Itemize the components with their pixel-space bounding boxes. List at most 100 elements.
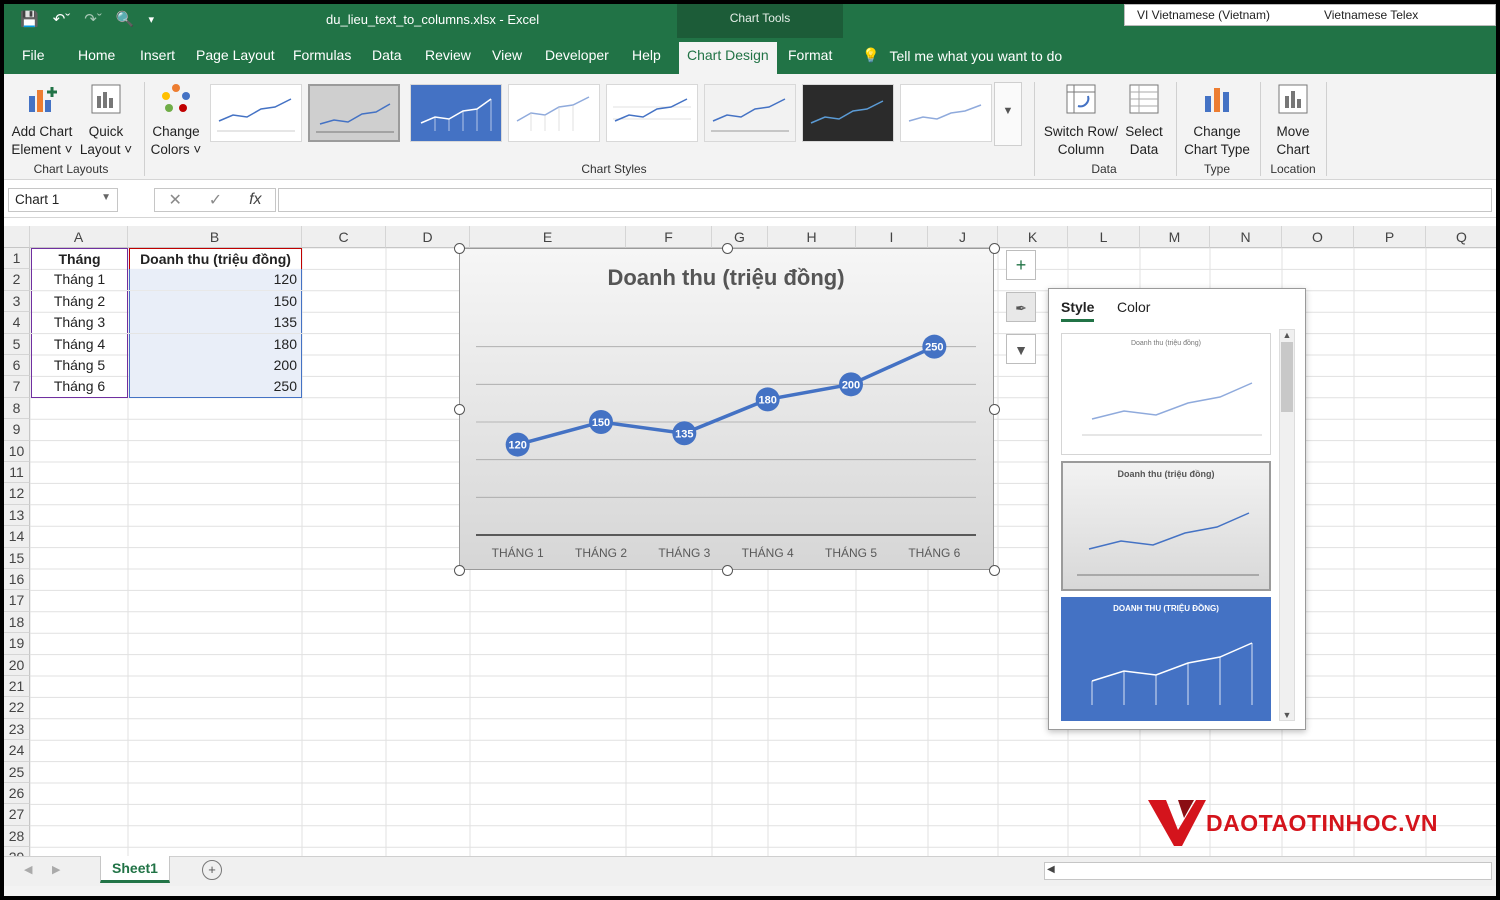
- chart-filters-button[interactable]: ▼: [1006, 334, 1036, 364]
- row-header-20[interactable]: 20: [4, 654, 30, 676]
- horizontal-scrollbar[interactable]: ◀: [1044, 862, 1492, 880]
- row-header-23[interactable]: 23: [4, 718, 30, 741]
- chart-title[interactable]: Doanh thu (triệu đồng): [607, 265, 844, 290]
- scroll-up-icon[interactable]: ▲: [1280, 330, 1294, 340]
- row-header-5[interactable]: 5: [4, 333, 30, 355]
- row-header-27[interactable]: 27: [4, 804, 30, 826]
- chart-style-3[interactable]: [410, 84, 502, 142]
- column-header-A[interactable]: A: [30, 226, 128, 248]
- cell-month[interactable]: Tháng 2: [31, 290, 128, 312]
- scroll-right-icon[interactable]: ▶: [52, 863, 60, 876]
- column-header-G[interactable]: G: [712, 226, 768, 248]
- row-header-6[interactable]: 6: [4, 355, 30, 377]
- name-box[interactable]: Chart 1 ▼: [8, 188, 118, 212]
- add-chart-element-button[interactable]: Add Chart Element ˅: [8, 82, 76, 159]
- column-header-Q[interactable]: Q: [1426, 226, 1496, 248]
- scroll-thumb[interactable]: [1281, 342, 1293, 412]
- column-header-H[interactable]: H: [768, 226, 856, 248]
- move-chart-button[interactable]: Move Chart: [1266, 82, 1320, 159]
- column-header-P[interactable]: P: [1354, 226, 1426, 248]
- row-header-24[interactable]: 24: [4, 740, 30, 762]
- row-header-8[interactable]: 8: [4, 397, 30, 420]
- row-header-10[interactable]: 10: [4, 440, 30, 462]
- column-header-K[interactable]: K: [998, 226, 1068, 248]
- add-sheet-icon[interactable]: +: [202, 860, 222, 880]
- row-header-14[interactable]: 14: [4, 526, 30, 548]
- row-header-21[interactable]: 21: [4, 676, 30, 698]
- tab-file[interactable]: File: [22, 47, 45, 63]
- style-pane-scrollbar[interactable]: ▲ ▼: [1279, 329, 1295, 721]
- cell-revenue[interactable]: 135: [129, 312, 302, 334]
- cancel-icon[interactable]: ✕: [168, 190, 181, 210]
- cell-revenue[interactable]: 250: [129, 376, 302, 399]
- column-header-C[interactable]: C: [302, 226, 386, 248]
- resize-handle[interactable]: [721, 243, 733, 254]
- insert-function-button[interactable]: fx: [249, 191, 261, 209]
- column-header-M[interactable]: M: [1140, 226, 1210, 248]
- chart-elements-button[interactable]: +: [1006, 250, 1036, 280]
- row-header-19[interactable]: 19: [4, 633, 30, 655]
- scroll-down-icon[interactable]: ▼: [1280, 710, 1294, 720]
- cell-month[interactable]: Tháng 6: [31, 376, 128, 399]
- chart-style-1[interactable]: [210, 84, 302, 142]
- tab-color[interactable]: Color: [1117, 299, 1150, 315]
- style-option-2[interactable]: Doanh thu (triệu đồng): [1061, 461, 1271, 591]
- cell-month[interactable]: Tháng 5: [31, 355, 128, 376]
- chart-style-6[interactable]: [704, 84, 796, 142]
- row-header-15[interactable]: 15: [4, 547, 30, 569]
- switch-row-column-button[interactable]: Switch Row/ Column: [1042, 82, 1120, 159]
- series-line[interactable]: [517, 345, 936, 447]
- tab-developer[interactable]: Developer: [545, 47, 609, 63]
- scroll-left-icon[interactable]: ◀: [1047, 864, 1055, 875]
- cell-month[interactable]: Tháng 1: [31, 269, 128, 291]
- resize-handle[interactable]: [989, 565, 1000, 576]
- column-header-O[interactable]: O: [1282, 226, 1354, 248]
- change-colors-button[interactable]: Change Colors ˅: [150, 82, 202, 159]
- chart-style-7[interactable]: [802, 84, 894, 142]
- column-header-I[interactable]: I: [856, 226, 928, 248]
- style-option-1[interactable]: Doanh thu (triệu đồng): [1061, 333, 1271, 455]
- row-header-4[interactable]: 4: [4, 312, 30, 334]
- check-icon[interactable]: ✓: [209, 190, 222, 210]
- redo-icon[interactable]: ↷ˇ: [84, 10, 102, 28]
- cell-month[interactable]: Tháng 4: [31, 333, 128, 355]
- row-header-22[interactable]: 22: [4, 697, 30, 719]
- save-icon[interactable]: 💾: [20, 10, 39, 28]
- undo-icon[interactable]: ↶ˇ: [53, 10, 71, 28]
- change-chart-type-button[interactable]: Change Chart Type: [1182, 82, 1252, 159]
- keyboard-indicator[interactable]: Vietnamese Telex: [1312, 5, 1430, 25]
- scroll-left-icon[interactable]: ◀: [24, 863, 32, 876]
- tab-home[interactable]: Home: [78, 47, 115, 63]
- chevron-down-icon[interactable]: ▼: [101, 192, 111, 203]
- language-bar[interactable]: VI Vietnamese (Vietnam) Vietnamese Telex: [1124, 4, 1496, 26]
- row-header-17[interactable]: 17: [4, 590, 30, 612]
- row-header-7[interactable]: 7: [4, 376, 30, 398]
- quick-layout-button[interactable]: Quick Layout ˅: [78, 82, 134, 159]
- customize-qat-icon[interactable]: ▾: [149, 13, 155, 26]
- tab-page-layout[interactable]: Page Layout: [196, 47, 275, 63]
- column-header-F[interactable]: F: [626, 226, 712, 248]
- tab-chart-design[interactable]: Chart Design: [679, 42, 777, 74]
- cell-revenue[interactable]: 150: [129, 290, 302, 312]
- chart-styles-button[interactable]: ✒: [1006, 292, 1036, 322]
- row-header-1[interactable]: 1: [4, 248, 30, 270]
- cell-A1[interactable]: Tháng: [31, 248, 128, 270]
- gallery-more-button[interactable]: ▼: [994, 82, 1022, 146]
- row-header-11[interactable]: 11: [4, 462, 30, 484]
- chart-style-2[interactable]: [308, 84, 400, 142]
- formula-input[interactable]: [278, 188, 1492, 212]
- cell-revenue[interactable]: 180: [129, 333, 302, 355]
- row-header-3[interactable]: 3: [4, 290, 30, 313]
- sheet-tab-sheet1[interactable]: Sheet1: [100, 856, 170, 883]
- row-header-12[interactable]: 12: [4, 483, 30, 505]
- tab-style[interactable]: Style: [1061, 299, 1095, 322]
- chart-style-8[interactable]: [900, 84, 992, 142]
- column-header-N[interactable]: N: [1210, 226, 1282, 248]
- select-all-corner[interactable]: [4, 226, 30, 248]
- cell-B1[interactable]: Doanh thu (triệu đồng): [129, 248, 302, 270]
- row-header-25[interactable]: 25: [4, 761, 30, 783]
- cell-month[interactable]: Tháng 3: [31, 312, 128, 334]
- tell-me-box[interactable]: 💡 Tell me what you want to do: [862, 47, 1062, 64]
- worksheet-grid[interactable]: ABCDEFGHIJKLMNOPQ 1 2 3 4 5 6 7 8 9 10 11 12 13 14 15 1…: [4, 218, 1496, 858]
- tab-help[interactable]: Help: [632, 47, 661, 63]
